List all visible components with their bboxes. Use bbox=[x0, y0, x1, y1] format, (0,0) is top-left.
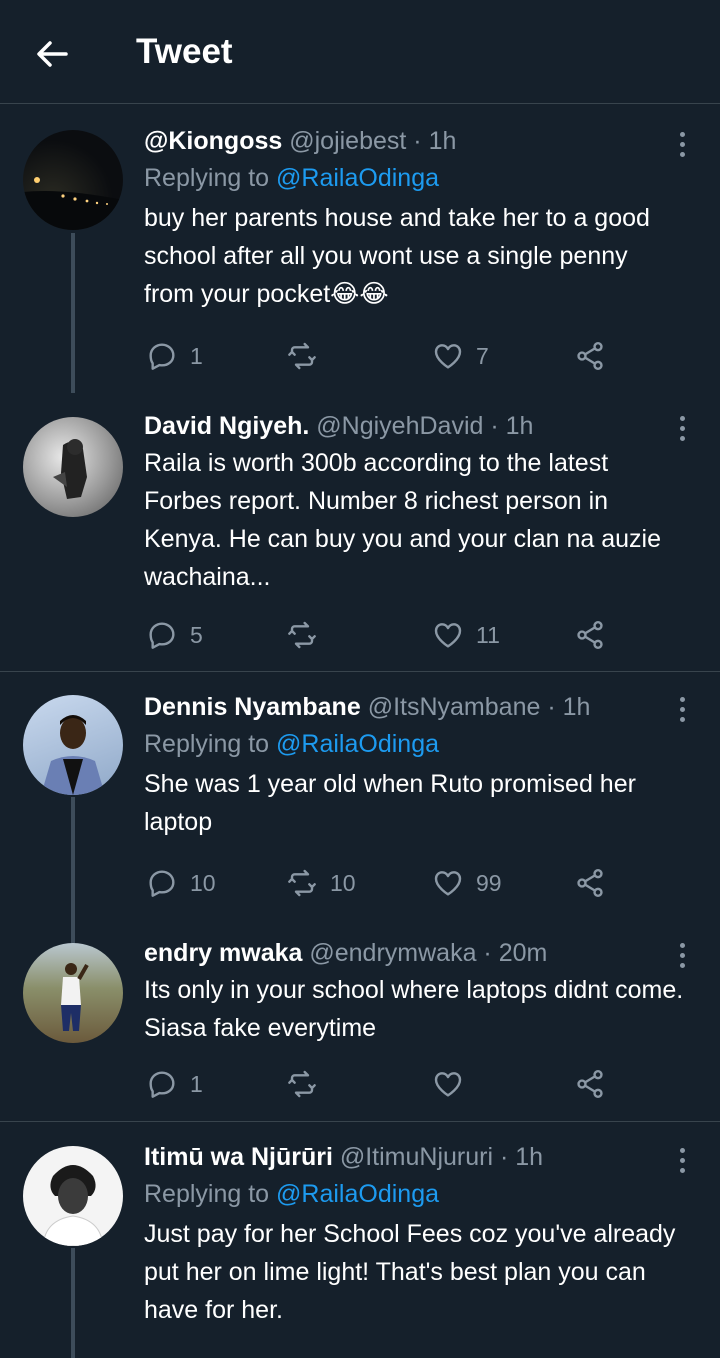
reply-icon bbox=[149, 870, 175, 897]
reply-count: 1 bbox=[190, 1070, 203, 1097]
reply-count: 5 bbox=[190, 621, 203, 648]
tweet[interactable]: endry mwaka @endrymwaka · 20m Its only i… bbox=[0, 922, 720, 1122]
avatar[interactable] bbox=[23, 695, 123, 795]
share-icon bbox=[577, 869, 603, 897]
top-bar: Tweet bbox=[0, 0, 720, 104]
avatar[interactable] bbox=[23, 1146, 123, 1246]
replying-to: Replying to @RailaOdinga bbox=[144, 159, 684, 197]
like-button[interactable] bbox=[432, 1064, 476, 1104]
replying-label: Replying to bbox=[144, 730, 270, 758]
share-button[interactable] bbox=[574, 863, 606, 903]
thread-line bbox=[71, 1248, 75, 1358]
dot-separator: · bbox=[406, 127, 429, 155]
tweet-meta: endry mwaka @endrymwaka · 20m bbox=[144, 937, 684, 969]
tweet-text: Raila is worth 300b according to the lat… bbox=[144, 449, 662, 591]
handle[interactable]: @endrymwaka bbox=[309, 939, 476, 967]
display-name[interactable]: Itimū wa Njūrūri bbox=[144, 1143, 333, 1171]
retweet-icon bbox=[288, 869, 316, 897]
tweet[interactable]: David Ngiyeh. @NgiyehDavid · 1h Raila is… bbox=[0, 385, 720, 672]
like-icon bbox=[434, 344, 462, 369]
retweet-button[interactable] bbox=[286, 336, 330, 376]
like-button[interactable]: 11 bbox=[432, 615, 500, 655]
share-icon bbox=[577, 342, 603, 370]
reply-button[interactable]: 1 bbox=[146, 1064, 203, 1104]
like-icon bbox=[434, 623, 462, 648]
display-name[interactable]: endry mwaka bbox=[144, 939, 302, 967]
display-name[interactable]: Dennis Nyambane bbox=[144, 693, 361, 721]
share-icon bbox=[577, 621, 603, 649]
replying-to: Replying to @RailaOdinga bbox=[144, 725, 684, 763]
handle[interactable]: @NgiyehDavid bbox=[316, 412, 483, 440]
share-button[interactable] bbox=[574, 336, 606, 376]
tweet-meta: @Kiongoss @jojiebest · 1h bbox=[144, 125, 684, 157]
tweet-meta: David Ngiyeh. @NgiyehDavid · 1h bbox=[144, 410, 684, 442]
like-button[interactable]: 99 bbox=[432, 863, 502, 903]
avatar[interactable] bbox=[23, 417, 123, 517]
timestamp[interactable]: 1h bbox=[515, 1143, 543, 1171]
retweet-icon bbox=[288, 1070, 316, 1098]
retweet-count: 10 bbox=[330, 869, 356, 896]
reply-button[interactable]: 10 bbox=[146, 863, 216, 903]
like-icon bbox=[434, 871, 462, 896]
dot-separator: · bbox=[476, 939, 499, 967]
back-arrow-icon[interactable] bbox=[34, 36, 70, 72]
retweet-button[interactable] bbox=[286, 615, 330, 655]
replying-label: Replying to bbox=[144, 164, 270, 192]
thread-line bbox=[71, 233, 75, 393]
tweet-actions: 1 7 bbox=[146, 336, 626, 376]
tweet[interactable]: @Kiongoss @jojiebest · 1h Replying to @R… bbox=[0, 105, 720, 393]
dot-separator: · bbox=[483, 412, 506, 440]
retweet-button[interactable]: 10 bbox=[286, 863, 356, 903]
like-button[interactable]: 7 bbox=[432, 336, 489, 376]
mention-link[interactable]: @RailaOdinga bbox=[276, 164, 439, 192]
timestamp[interactable]: 1h bbox=[506, 412, 534, 440]
tweet[interactable]: Itimū wa Njūrūri @ItimuNjururi · 1h Repl… bbox=[0, 1122, 720, 1358]
handle[interactable]: @ItimuNjururi bbox=[340, 1143, 493, 1171]
timestamp[interactable]: 1h bbox=[563, 693, 591, 721]
reply-count: 10 bbox=[190, 869, 216, 896]
handle[interactable]: @ItsNyambane bbox=[368, 693, 541, 721]
display-name[interactable]: @Kiongoss bbox=[144, 127, 282, 155]
retweet-icon bbox=[288, 342, 316, 370]
share-button[interactable] bbox=[574, 1064, 606, 1104]
reply-icon bbox=[149, 1071, 175, 1098]
tweet-text: Its only in your school where laptops di… bbox=[144, 976, 684, 1042]
reply-button[interactable]: 5 bbox=[146, 615, 203, 655]
tweet-meta: Itimū wa Njūrūri @ItimuNjururi · 1h bbox=[144, 1141, 684, 1173]
reply-icon bbox=[149, 343, 175, 370]
handle[interactable]: @jojiebest bbox=[289, 127, 406, 155]
dot-separator: · bbox=[540, 693, 563, 721]
page-title: Tweet bbox=[136, 32, 233, 71]
tweet-text: buy her parents house and take her to a … bbox=[144, 204, 650, 308]
tweet-meta: Dennis Nyambane @ItsNyambane · 1h bbox=[144, 691, 684, 723]
mention-link[interactable]: @RailaOdinga bbox=[276, 1180, 439, 1208]
display-name[interactable]: David Ngiyeh. bbox=[144, 412, 309, 440]
tweet-text: She was 1 year old when Ruto promised he… bbox=[144, 770, 636, 836]
avatar[interactable] bbox=[23, 130, 123, 230]
timestamp[interactable]: 1h bbox=[429, 127, 457, 155]
replying-to: Replying to @RailaOdinga bbox=[144, 1175, 684, 1213]
like-count: 7 bbox=[476, 342, 489, 369]
like-count: 99 bbox=[476, 869, 502, 896]
share-icon bbox=[577, 1070, 603, 1098]
avatar[interactable] bbox=[23, 943, 123, 1043]
tweet-actions: 5 11 bbox=[146, 615, 626, 655]
like-count: 11 bbox=[476, 621, 500, 648]
tweet-actions: 1 bbox=[146, 1064, 626, 1104]
retweet-button[interactable] bbox=[286, 1064, 330, 1104]
reply-icon bbox=[149, 622, 175, 649]
mention-link[interactable]: @RailaOdinga bbox=[276, 730, 439, 758]
share-button[interactable] bbox=[574, 615, 606, 655]
reply-count: 1 bbox=[190, 342, 203, 369]
like-icon bbox=[434, 1072, 462, 1097]
reply-button[interactable]: 1 bbox=[146, 336, 203, 376]
timestamp[interactable]: 20m bbox=[499, 939, 548, 967]
tweet[interactable]: Dennis Nyambane @ItsNyambane · 1h Replyi… bbox=[0, 672, 720, 947]
retweet-icon bbox=[288, 621, 316, 649]
tweet-text: Just pay for her School Fees coz you've … bbox=[144, 1220, 676, 1324]
replying-label: Replying to bbox=[144, 1180, 270, 1208]
dot-separator: · bbox=[493, 1143, 516, 1171]
tweet-actions: 10 10 99 bbox=[146, 863, 626, 903]
